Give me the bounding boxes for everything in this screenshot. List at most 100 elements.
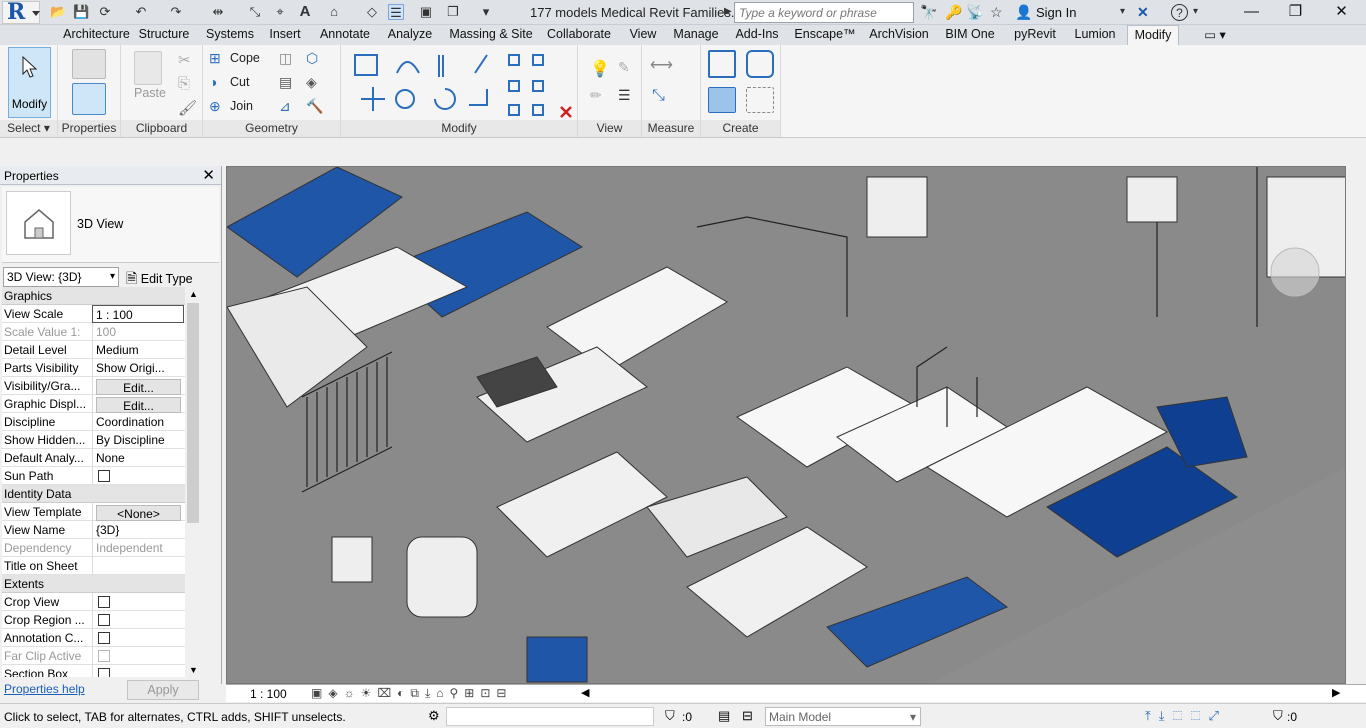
property-value[interactable] [92, 557, 184, 575]
section-icon[interactable]: ◇ [364, 4, 380, 20]
measure-icon-ribbon[interactable]: ⟷ [650, 55, 673, 75]
save-icon[interactable]: 💾 [73, 4, 89, 20]
editable-only-icon[interactable]: ⊟ [742, 708, 753, 724]
property-value[interactable] [92, 467, 184, 485]
edit-button[interactable]: Edit... [96, 397, 181, 413]
switch-windows-icon[interactable]: ❐ [445, 4, 461, 20]
wall-joins-icon[interactable]: ⬡ [306, 50, 318, 67]
type-selector[interactable]: 3D View [2, 187, 219, 263]
properties-icon[interactable] [72, 83, 106, 115]
sign-in-button[interactable]: Sign In [1036, 5, 1076, 20]
scroll-right-icon[interactable]: ▶ [1332, 686, 1340, 699]
tab-massing-site[interactable]: Massing & Site [445, 25, 537, 45]
paint-icon[interactable]: ▤ [279, 74, 292, 91]
property-value[interactable]: Coordination [92, 413, 184, 431]
join-button[interactable]: Join [230, 99, 253, 113]
3d-view-icon[interactable]: ⌂ [326, 4, 342, 20]
tab-systems[interactable]: Systems [204, 25, 256, 45]
property-value[interactable]: Edit... [92, 377, 184, 395]
create-group-icon[interactable] [708, 87, 736, 113]
cope-button[interactable]: Cope [230, 51, 260, 65]
property-value[interactable] [92, 665, 184, 677]
tab-modify[interactable]: Modify [1127, 25, 1179, 46]
user-icon[interactable]: 👤 [1015, 4, 1032, 20]
ribbon-options-icon[interactable]: ▭ ▾ [1198, 25, 1232, 45]
design-option-dropdown[interactable]: Main Model ▾ [765, 707, 921, 726]
tab-manage[interactable]: Manage [670, 25, 722, 45]
tab-analyze[interactable]: Analyze [385, 25, 435, 45]
split-face-icon[interactable]: ◫ [279, 50, 292, 67]
demolish-icon[interactable]: ◈ [306, 74, 317, 91]
properties-help-link[interactable]: Properties help [4, 682, 85, 696]
property-value[interactable]: Edit... [92, 395, 184, 413]
workset-dropdown[interactable] [446, 707, 654, 726]
hide-icon[interactable]: 💡 [590, 59, 610, 79]
close-properties-icon[interactable]: ✕ [202, 166, 215, 184]
property-value[interactable] [92, 629, 184, 647]
search-input[interactable]: Type a keyword or phrase [734, 2, 914, 23]
group-graphics[interactable]: Graphics⌃ [2, 287, 201, 305]
subscription-icon[interactable]: 🔑 [945, 4, 962, 20]
property-value[interactable]: 1 : 100 [92, 305, 184, 323]
group-extents[interactable]: Extents⌃ [2, 575, 201, 593]
help-dropdown-icon[interactable]: ▾ [1193, 4, 1198, 20]
open-icon[interactable]: 📂 [50, 4, 66, 20]
match-properties-icon[interactable]: 🖌 [178, 99, 197, 117]
properties-scrollbar[interactable]: ▲ ▼ [185, 287, 201, 677]
3d-viewport[interactable] [226, 166, 1346, 684]
create-similar-icon[interactable] [746, 87, 774, 113]
customize-qa-icon[interactable]: ▾ [478, 4, 494, 20]
view-instance-dropdown[interactable]: 3D View: {3D} ▾ [3, 267, 119, 287]
measure-icon[interactable]: ⇹ [210, 4, 226, 20]
property-value[interactable]: Medium [92, 341, 184, 359]
tab-view[interactable]: View [624, 25, 662, 45]
filter-selection-icon[interactable]: ⛉ [1273, 708, 1283, 724]
binoculars-icon[interactable]: 🔭 [920, 4, 937, 20]
tab-annotate[interactable]: Annotate [315, 25, 375, 45]
view-control-icons[interactable]: ▣◈☼☀⌧◐⧉⤓⌂⚲⊞⊡⊟ [311, 686, 512, 701]
edit-button[interactable]: <None> [96, 505, 181, 521]
type-properties-icon[interactable] [72, 49, 106, 79]
tag-icon[interactable]: ⌖ [272, 4, 288, 20]
tab-archvision[interactable]: ArchVision [866, 25, 932, 45]
modify-tools-icons[interactable] [347, 49, 575, 121]
property-value[interactable] [92, 593, 184, 611]
thin-lines-icon[interactable]: ☰ [388, 4, 404, 20]
group-identity-data[interactable]: Identity Data⌃ [2, 485, 201, 503]
tab-add-ins[interactable]: Add-Ins [732, 25, 782, 45]
tab-enscape-[interactable]: Enscape™ [793, 25, 857, 45]
tab-architecture[interactable]: Architecture [50, 25, 143, 45]
redo-icon[interactable]: ↷ [168, 4, 184, 20]
apply-button[interactable]: Apply [127, 680, 199, 700]
property-value[interactable]: {3D} [92, 521, 184, 539]
tab-insert[interactable]: Insert [266, 25, 304, 45]
undo-icon[interactable]: ↶ [133, 4, 149, 20]
property-value[interactable]: By Discipline [92, 431, 184, 449]
tab-structure[interactable]: Structure [135, 25, 193, 45]
create-assembly-icon[interactable] [708, 50, 736, 78]
minimize-button[interactable]: — [1229, 0, 1274, 24]
worksets-icon[interactable]: ⚙ [428, 708, 440, 724]
hammer-icon[interactable]: 🔨 [306, 98, 323, 115]
text-icon[interactable]: A [297, 4, 313, 20]
filter-icon[interactable]: ☰ [618, 87, 631, 104]
override-icon[interactable]: ✎ [618, 59, 630, 76]
select-panel-label[interactable]: Select ▾ [0, 120, 57, 137]
scroll-left-icon[interactable]: ◀ [581, 686, 589, 699]
favorites-icon[interactable]: ☆ [990, 4, 1003, 20]
viewport-scrollbar-right[interactable] [1346, 166, 1366, 684]
cut-icon[interactable]: ✂ [178, 51, 191, 69]
close-button[interactable]: ✕ [1319, 0, 1364, 24]
tab-lumion[interactable]: Lumion [1068, 25, 1122, 45]
copy-icon[interactable]: ⎘ [178, 75, 190, 92]
help-icon[interactable]: ? [1171, 4, 1188, 21]
application-menu-button[interactable]: R [2, 0, 40, 25]
property-value[interactable] [92, 611, 184, 629]
property-value[interactable]: Show Origi... [92, 359, 184, 377]
create-parts-icon[interactable] [746, 50, 774, 78]
filter-status-icon[interactable]: ⛉ [665, 708, 675, 724]
exchange-apps-icon[interactable]: ✕ [1137, 4, 1149, 20]
paste-icon[interactable] [134, 51, 162, 85]
edit-button[interactable]: Edit... [96, 379, 181, 395]
linework-icon[interactable]: ✏ [590, 87, 602, 104]
